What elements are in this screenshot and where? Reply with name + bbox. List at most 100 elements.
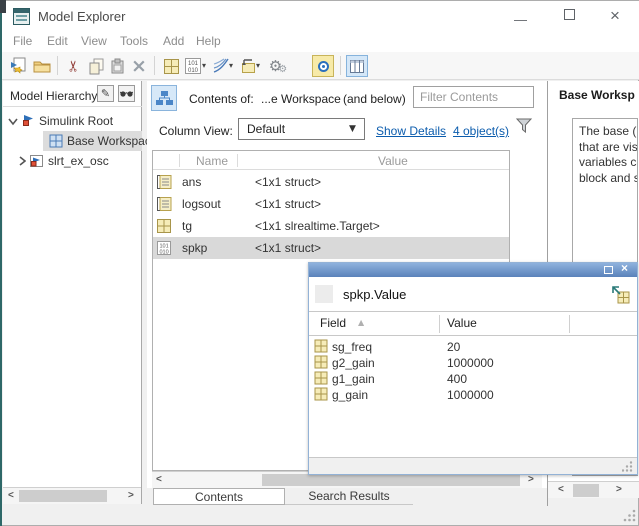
close-button[interactable]: × (610, 6, 620, 26)
color-swatch (315, 285, 333, 303)
paste-button[interactable] (106, 55, 128, 77)
cut-scissors-icon: ✂ (64, 60, 82, 73)
popup-row-g-gain[interactable]: g_gain 1000000 (309, 386, 637, 402)
subsystem-dropdown-arrow[interactable]: ▾ (256, 61, 260, 70)
row-value: <1x1 struct> (255, 193, 321, 215)
svg-text:101: 101 (188, 61, 199, 67)
scroll-left-arrow[interactable]: < (156, 474, 162, 486)
menu-file[interactable]: File (13, 34, 32, 48)
filter-funnel-icon[interactable] (515, 117, 533, 134)
table-row-logsout[interactable]: logsout <1x1 struct> (153, 193, 509, 215)
menu-help[interactable]: Help (196, 34, 221, 48)
small-gear-icon: ⚙ (278, 64, 287, 75)
popup-row-sg-freq[interactable]: sg_freq 20 (309, 338, 637, 354)
edit-hierarchy-button[interactable]: ✎ (97, 85, 114, 102)
field-name: g2_gain (332, 355, 375, 371)
open-in-editor-icon[interactable] (610, 284, 630, 304)
org-chart-icon (155, 90, 173, 106)
grid-icon (314, 387, 328, 401)
grid-icon (156, 218, 172, 234)
menu-view[interactable]: View (81, 34, 107, 48)
tab-search-results[interactable]: Search Results (285, 488, 413, 505)
open-button[interactable] (31, 55, 53, 77)
tab-contents[interactable]: Contents (153, 488, 285, 505)
table-row-tg[interactable]: tg <1x1 slrealtime.Target> (153, 215, 509, 237)
tab-label: Search Results (308, 489, 389, 503)
row-name: logsout (182, 193, 221, 215)
dataset-icon (156, 196, 172, 212)
copy-button[interactable] (85, 55, 107, 77)
svg-text:010: 010 (160, 250, 169, 256)
contents-scope-button[interactable] (151, 85, 177, 111)
scroll-right-arrow[interactable]: > (128, 490, 134, 502)
name-column-header[interactable]: Name (196, 154, 228, 168)
scroll-left-arrow[interactable]: < (8, 490, 14, 502)
workspace-grid-button[interactable] (160, 55, 182, 77)
row-value: <1x1 struct> (255, 237, 321, 259)
view-options-button[interactable] (118, 85, 135, 102)
dialog-h-scrollbar[interactable]: < > (548, 481, 639, 498)
scrollbar-thumb[interactable] (573, 484, 599, 497)
menu-tools[interactable]: Tools (120, 34, 148, 48)
signal-dropdown-arrow[interactable]: ▾ (229, 61, 233, 70)
field-value: 1000000 (447, 387, 494, 403)
window-resize-grip[interactable] (623, 509, 636, 522)
maximize-button[interactable] (564, 9, 575, 20)
scroll-left-arrow[interactable]: < (558, 484, 564, 496)
parameter-binary-button[interactable]: 101010 (182, 55, 204, 77)
target-options-button[interactable] (312, 55, 334, 77)
table-row-spkp[interactable]: 101010 spkp <1x1 struct> (153, 237, 509, 259)
chevron-down-icon[interactable] (8, 117, 18, 126)
scrollbar-thumb[interactable] (262, 474, 520, 486)
minimize-button[interactable]: — (514, 12, 527, 27)
target-circle-icon (318, 61, 329, 72)
value-column-header[interactable]: Value (447, 316, 477, 330)
field-value: 20 (447, 339, 460, 355)
tree-item-base-workspace[interactable]: Base Workspace (43, 131, 142, 151)
contents-scope-text: ...e Workspace (261, 92, 341, 106)
field-name: g_gain (332, 387, 368, 403)
new-model-button[interactable] (7, 55, 29, 77)
popup-variable-name: spkp.Value (343, 287, 406, 302)
contents-of-label: Contents of: (189, 92, 254, 106)
title-bar: Model Explorer — × (2, 1, 639, 31)
grid-icon (163, 58, 180, 75)
show-dialog-columns-button[interactable] (346, 55, 368, 77)
scroll-right-arrow[interactable]: > (528, 474, 534, 486)
field-column-header[interactable]: Field (320, 316, 346, 330)
cut-button[interactable]: ✂ (62, 55, 84, 77)
description-line: variables ca (579, 155, 637, 171)
popup-header: spkp.Value (309, 277, 637, 312)
delete-button[interactable]: × (128, 55, 150, 77)
hierarchy-h-scrollbar[interactable]: < > (3, 487, 141, 504)
tree-item-simulink-root[interactable]: Simulink Root (3, 111, 142, 131)
binary-101-icon: 101010 (156, 240, 172, 256)
menu-add[interactable]: Add (163, 34, 184, 48)
description-line: block and s (579, 171, 637, 187)
model-hierarchy-panel: Model Hierarchy ✎ Simulink Root Base Wor… (3, 81, 142, 504)
parameter-dropdown-arrow[interactable]: ▾ (202, 61, 206, 70)
value-column-header[interactable]: Value (378, 154, 408, 168)
resize-grip[interactable] (622, 461, 633, 472)
table-row-ans[interactable]: ans <1x1 struct> (153, 171, 509, 193)
popup-row-g1-gain[interactable]: g1_gain 400 (309, 370, 637, 386)
tab-label: Contents (195, 490, 243, 504)
engine-gears-button[interactable]: ⚙⚙ (265, 55, 291, 77)
popup-maximize-button[interactable] (604, 266, 613, 274)
popup-close-button[interactable]: × (621, 261, 628, 275)
popup-title-bar[interactable]: × (309, 263, 637, 277)
chevron-right-icon[interactable] (18, 156, 26, 166)
show-details-link[interactable]: Show Details (376, 124, 446, 138)
spkp-value-popup: × spkp.Value Field ▲ Value sg_freq 20 g2… (308, 262, 638, 475)
object-count-link[interactable]: 4 object(s) (453, 124, 509, 138)
column-view-dropdown[interactable]: Default ▼ (238, 118, 365, 140)
popup-row-g2-gain[interactable]: g2_gain 1000000 (309, 354, 637, 370)
scroll-right-arrow[interactable]: > (616, 484, 622, 496)
tree-item-slrt-ex-osc[interactable]: slrt_ex_osc (3, 151, 142, 171)
menu-edit[interactable]: Edit (47, 34, 68, 48)
hierarchy-panel-title: Model Hierarchy (10, 89, 97, 103)
row-name: ans (182, 171, 201, 193)
filter-contents-input[interactable] (413, 86, 534, 108)
model-icon (29, 154, 44, 168)
scrollbar-thumb[interactable] (19, 490, 107, 502)
